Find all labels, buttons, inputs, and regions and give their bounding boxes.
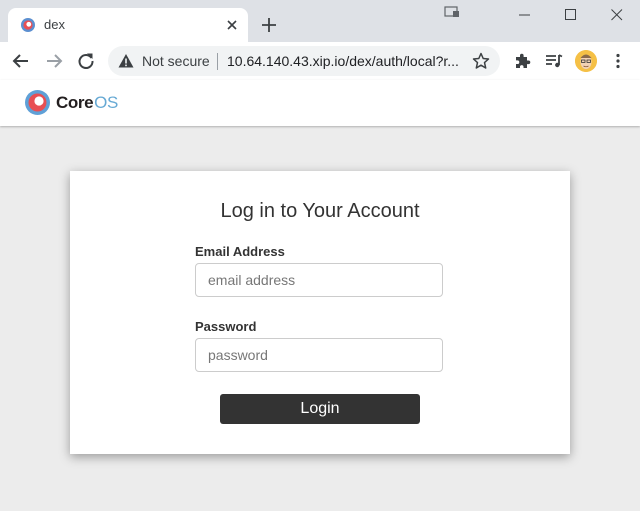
logo-text: CoreOS — [56, 93, 118, 113]
url-text[interactable]: 10.64.140.43.xip.io/dex/auth/local?r... — [227, 53, 459, 69]
logo-text-os: OS — [94, 93, 118, 112]
coreos-logo[interactable]: CoreOS — [25, 90, 125, 116]
minimize-button[interactable] — [502, 0, 548, 30]
email-label: Email Address — [195, 244, 285, 259]
avatar-face-icon — [575, 50, 597, 72]
minimize-icon — [519, 14, 530, 16]
profile-avatar[interactable] — [575, 50, 597, 72]
more-menu-icon[interactable] — [608, 51, 628, 71]
tab-strip: dex — [0, 0, 640, 42]
browser-toolbar: Not secure 10.64.140.43.xip.io/dex/auth/… — [0, 42, 640, 80]
forward-arrow-icon[interactable] — [44, 51, 64, 71]
close-icon — [611, 9, 623, 21]
media-indicator-icon — [444, 6, 459, 17]
email-field[interactable] — [195, 263, 443, 297]
coreos-logo-icon — [25, 90, 50, 115]
reload-icon[interactable] — [76, 51, 96, 71]
password-field[interactable] — [195, 338, 443, 372]
logo-text-core: Core — [56, 93, 94, 112]
login-title: Log in to Your Account — [220, 200, 420, 222]
bookmark-star-icon[interactable] — [472, 52, 490, 70]
tab-title: dex — [44, 17, 65, 32]
address-separator — [217, 53, 218, 70]
browser-tab[interactable]: dex — [8, 8, 248, 42]
login-button[interactable]: Login — [220, 394, 420, 424]
maximize-button[interactable] — [548, 0, 594, 30]
new-tab-icon[interactable] — [260, 16, 278, 34]
media-queue-icon[interactable] — [544, 51, 564, 71]
back-arrow-icon[interactable] — [11, 51, 31, 71]
login-card: Log in to Your Account Email Address Pas… — [70, 171, 570, 454]
warning-icon[interactable] — [118, 53, 134, 69]
security-label[interactable]: Not secure — [142, 53, 210, 69]
dex-favicon-icon — [21, 18, 35, 32]
password-label: Password — [195, 319, 257, 334]
site-header: CoreOS — [0, 80, 640, 126]
page-content: CoreOS Log in to Your Account Email Addr… — [0, 80, 640, 511]
extensions-puzzle-icon[interactable] — [512, 51, 532, 71]
close-tab-icon[interactable] — [224, 17, 240, 33]
close-window-button[interactable] — [594, 0, 640, 30]
maximize-icon — [565, 9, 576, 20]
address-bar[interactable]: Not secure 10.64.140.43.xip.io/dex/auth/… — [108, 46, 500, 76]
